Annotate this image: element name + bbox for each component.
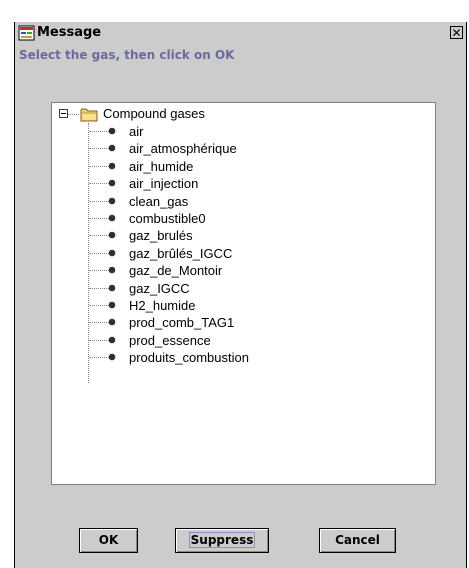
tree-item-label: prod_essence <box>129 332 211 348</box>
tree-item-label: clean_gas <box>129 193 189 209</box>
tree-guide-line <box>89 165 109 167</box>
tree-guide-line <box>89 252 109 254</box>
tree-guide-line <box>89 304 109 306</box>
leaf-node-icon <box>108 162 116 170</box>
tree-item-label: gaz_de_Montoir <box>129 263 223 279</box>
button-bar: OK Suppress Cancel <box>15 528 466 558</box>
leaf-node-icon <box>108 266 116 274</box>
close-icon: ✕ <box>451 26 462 40</box>
tree-guide-line <box>89 200 109 202</box>
tree-item-label: gaz_brûlés_IGCC <box>129 245 233 261</box>
tree-item[interactable]: prod_comb_TAG1 <box>52 314 435 331</box>
tree-item-label: gaz_brulés <box>129 228 193 244</box>
leaf-node-icon <box>108 197 116 204</box>
leaf-node-icon <box>108 145 116 152</box>
cancel-button-label: Cancel <box>335 533 380 547</box>
tree-guide-line <box>89 339 109 341</box>
tree-guide-line <box>89 235 109 237</box>
tree-guide-line <box>68 114 79 115</box>
folder-icon <box>80 108 98 122</box>
leaf-node-icon <box>108 214 116 222</box>
tree-root-label: Compound gases <box>103 106 205 121</box>
tree-guide-line <box>89 287 109 289</box>
tree-item[interactable]: gaz_brûlés_IGCC <box>52 245 435 262</box>
tree-item[interactable]: gaz_IGCC <box>52 280 435 297</box>
leaf-node-icon <box>108 127 116 135</box>
tree-item[interactable]: air_atmosphérique <box>52 140 435 157</box>
tree-root-node[interactable]: Compound gases <box>52 103 435 125</box>
tree-item-label: prod_comb_TAG1 <box>129 315 235 331</box>
tree-item-label: combustible0 <box>129 210 206 226</box>
leaf-node-icon <box>108 284 116 291</box>
tree-item[interactable]: combustible0 <box>52 210 435 227</box>
tree-guide-line <box>89 148 109 150</box>
app-icon <box>18 25 35 41</box>
tree-guide-line <box>89 131 109 132</box>
leaf-node-icon <box>108 249 116 257</box>
leaf-node-icon <box>108 353 116 361</box>
tree-item[interactable]: H2_humide <box>52 297 435 314</box>
cancel-button[interactable]: Cancel <box>319 528 396 553</box>
leaf-node-icon <box>108 318 116 326</box>
leaf-node-icon <box>108 232 116 239</box>
tree-item-label: air_humide <box>129 158 194 174</box>
tree-item-label: air <box>129 124 144 139</box>
tree-item[interactable]: prod_essence <box>52 332 435 349</box>
tree-item-label: air_atmosphérique <box>129 141 237 157</box>
tree-item[interactable]: gaz_de_Montoir <box>52 262 435 279</box>
tree-guide-line <box>89 217 109 219</box>
tree-item[interactable]: air_injection <box>52 175 435 192</box>
tree-item[interactable]: air <box>52 123 435 140</box>
gas-tree[interactable]: Compound gases air air_atmosphérique air_h… <box>51 102 436 485</box>
leaf-node-icon <box>108 336 116 343</box>
leaf-node-icon <box>108 179 116 187</box>
tree-item[interactable]: clean_gas <box>52 193 435 210</box>
tree-items: air air_atmosphérique air_humide air_inject… <box>52 123 435 366</box>
tree-guide-line <box>89 322 109 324</box>
tree-item-label: produits_combustion <box>129 350 249 366</box>
tree-item-label: air_injection <box>129 176 199 192</box>
tree-item[interactable]: produits_combustion <box>52 349 435 366</box>
tree-guide-line <box>89 357 109 359</box>
instruction-text: Select the gas, then click on OK <box>19 48 235 62</box>
suppress-button[interactable]: Suppress <box>175 528 269 553</box>
tree-item[interactable]: gaz_brulés <box>52 227 435 244</box>
tree-guide-line <box>89 270 109 272</box>
tree-item[interactable]: air_humide <box>52 158 435 175</box>
tree-item-label: H2_humide <box>129 297 196 313</box>
ok-button-label: OK <box>98 533 119 547</box>
tree-item-label: gaz_IGCC <box>129 280 190 296</box>
leaf-node-icon <box>108 301 116 309</box>
close-button[interactable]: ✕ <box>450 26 463 39</box>
ok-button[interactable]: OK <box>79 528 138 553</box>
tree-guide-line <box>89 183 109 185</box>
collapse-icon[interactable] <box>59 109 68 118</box>
suppress-button-label: Suppress <box>188 532 256 548</box>
window-title: Message <box>37 25 102 40</box>
title-bar[interactable]: Message ✕ <box>15 22 466 45</box>
message-dialog: Message ✕ Select the gas, then click on … <box>14 22 467 568</box>
